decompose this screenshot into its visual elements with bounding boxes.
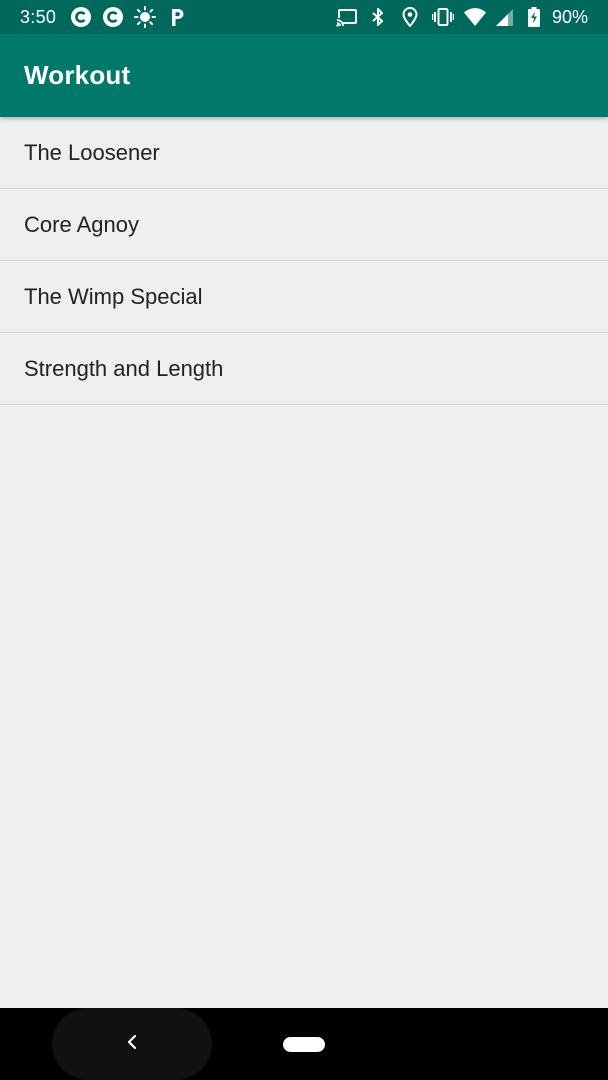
c-circle-icon [70,6,92,28]
chevron-left-icon [125,1033,139,1056]
home-button[interactable] [283,1037,325,1052]
cell-signal-icon [495,7,516,27]
status-time: 3:50 [20,6,57,27]
battery-percent: 90% [551,6,588,27]
navigation-bar [0,1008,608,1080]
c-circle-icon [102,6,124,28]
list-item[interactable]: The Wimp Special [0,261,608,333]
back-button[interactable] [52,1008,212,1080]
status-bar: 3:50 90% [0,0,608,34]
p-icon [166,6,188,28]
list-item-label: The Loosener [24,139,160,165]
bluetooth-icon [368,7,388,27]
wifi-icon [463,7,486,27]
list-item-label: The Wimp Special [24,283,203,309]
workout-list: The Loosener Core Agnoy The Wimp Special… [0,117,608,405]
status-left: 3:50 [20,6,198,28]
screen: 3:50 90% Workout The Loosener Core Agnoy… [0,0,608,1080]
battery-charging-icon [527,7,548,27]
status-right: 90% [324,7,588,28]
list-item[interactable]: Strength and Length [0,333,608,405]
list-item-label: Strength and Length [24,355,224,381]
brightness-icon [134,6,157,28]
list-item[interactable]: The Loosener [0,117,608,189]
vibrate-icon [431,7,455,27]
app-bar: Workout [0,34,608,117]
location-icon [400,7,420,28]
list-item-label: Core Agnoy [24,211,139,237]
cast-icon [335,7,357,27]
app-title: Workout [24,60,131,90]
list-item[interactable]: Core Agnoy [0,189,608,261]
